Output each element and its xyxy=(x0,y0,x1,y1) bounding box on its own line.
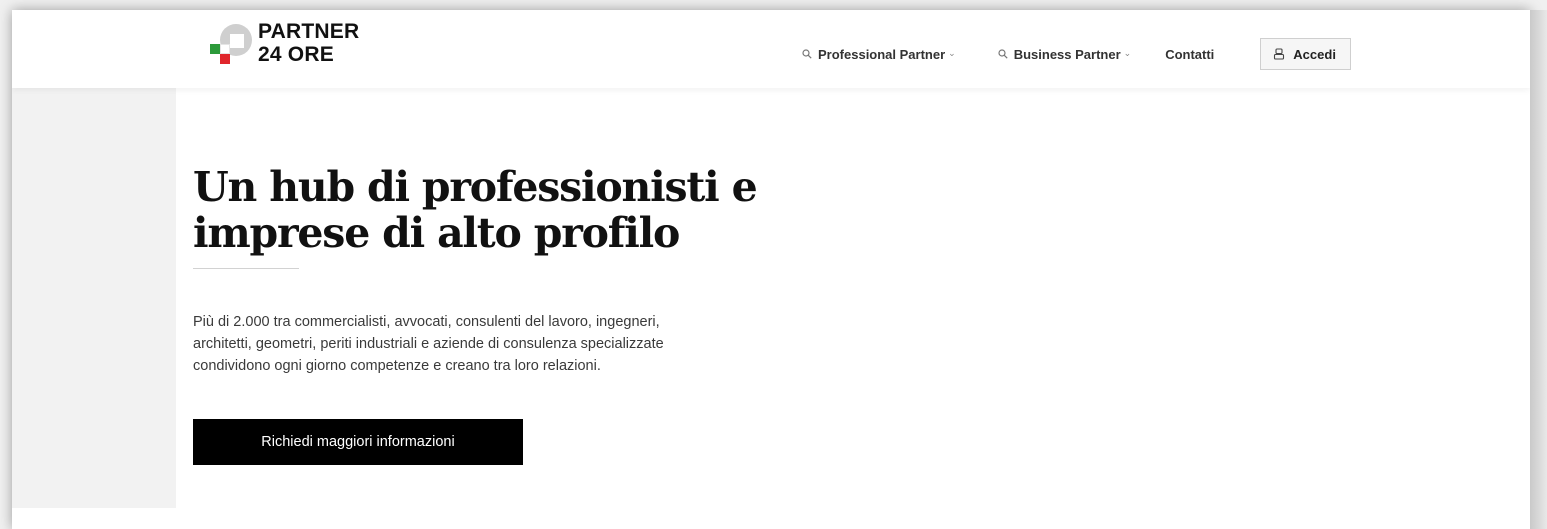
chevron-down-icon: ⌄ xyxy=(1123,47,1132,58)
browser-page: PARTNER 24 ORE Professional Partner ⌄ Bu… xyxy=(12,10,1530,529)
logo-text: PARTNER 24 ORE xyxy=(258,20,359,66)
nav-contatti[interactable]: Contatti xyxy=(1165,47,1214,62)
hero-description-line-2: architetti, geometri, periti industriali… xyxy=(193,336,664,352)
title-divider xyxy=(193,268,299,269)
hero-title-line-1: Un hub di professionisti e xyxy=(193,163,758,211)
request-info-button[interactable]: Richiedi maggiori informazioni xyxy=(193,419,523,465)
left-side-panel xyxy=(12,88,176,508)
main-nav: Professional Partner ⌄ Business Partner … xyxy=(802,38,1351,70)
nav-professional-partner[interactable]: Professional Partner ⌄ xyxy=(802,47,956,62)
search-icon xyxy=(998,49,1008,59)
chevron-down-icon: ⌄ xyxy=(948,47,956,58)
user-icon xyxy=(1274,48,1285,60)
hero-description-line-3: condividono ogni giorno competenze e cre… xyxy=(193,358,601,374)
hero-title: Un hub di professionisti e imprese di al… xyxy=(193,164,833,256)
hero-description: Più di 2.000 tra commercialisti, avvocat… xyxy=(193,311,833,377)
search-icon xyxy=(802,49,812,59)
hero-description-line-1: Più di 2.000 tra commercialisti, avvocat… xyxy=(193,314,660,330)
partner24ore-logo[interactable]: PARTNER 24 ORE xyxy=(206,20,359,74)
site-header: PARTNER 24 ORE Professional Partner ⌄ Bu… xyxy=(12,10,1530,88)
logo-line-1: PARTNER xyxy=(258,20,360,43)
logo-line-2: 24 ORE xyxy=(258,43,334,66)
nav-business-partner[interactable]: Business Partner ⌄ xyxy=(998,47,1131,62)
login-button[interactable]: Accedi xyxy=(1260,38,1351,70)
login-button-label: Accedi xyxy=(1293,46,1336,62)
page-scrollbar[interactable] xyxy=(1530,10,1547,529)
hero-title-line-2: imprese di alto profilo xyxy=(193,209,680,257)
nav-professional-partner-label: Professional Partner xyxy=(818,46,946,62)
logo-mark-icon xyxy=(206,20,252,74)
nav-business-partner-label: Business Partner xyxy=(1013,46,1121,62)
